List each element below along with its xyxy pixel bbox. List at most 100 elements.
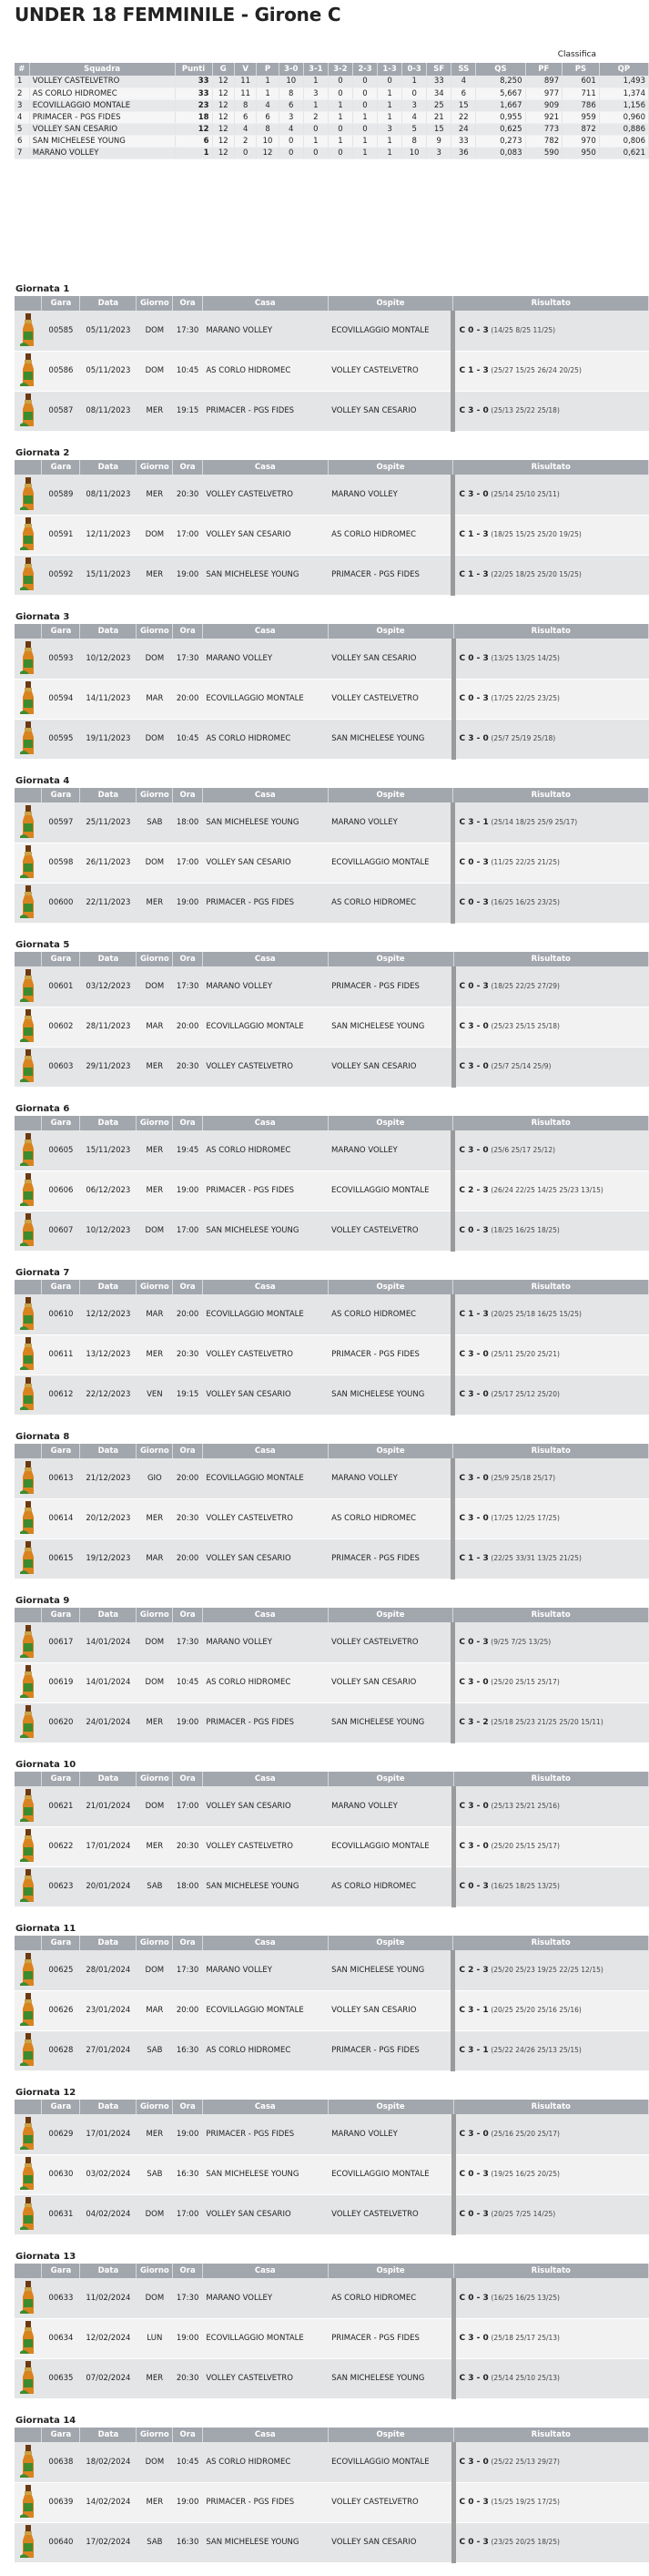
bottle-icon[interactable]	[18, 968, 42, 1004]
match-result[interactable]: C 3 - 0 (25/18 25/17 25/13)	[451, 2318, 649, 2359]
match-result[interactable]: C 0 - 3 (19/25 16/25 20/25)	[451, 2154, 649, 2195]
team-name[interactable]: VOLLEY CASTELVETRO	[29, 76, 176, 88]
bottle-icon[interactable]	[18, 1705, 42, 1740]
bottle-icon[interactable]	[18, 721, 42, 756]
team-name[interactable]: VOLLEY SAN CESARIO	[29, 123, 176, 136]
bottle-icon[interactable]	[18, 640, 42, 676]
match-result[interactable]: C 3 - 0 (25/16 25/20 25/17)	[451, 2114, 649, 2155]
match-result[interactable]: C 0 - 3 (18/25 22/25 27/29)	[451, 966, 649, 1007]
match-result[interactable]: C 0 - 3 (23/25 20/25 18/25)	[451, 2522, 649, 2563]
team-name[interactable]: AS CORLO HIDROMEC	[29, 87, 176, 100]
bottle-icon[interactable]	[18, 2033, 42, 2068]
bottle-icon[interactable]	[18, 1337, 42, 1372]
team-name[interactable]: PRIMACER - PGS FIDES	[29, 111, 176, 124]
result-score: C 3 - 0	[459, 1801, 489, 1811]
match-result[interactable]: C 0 - 3 (16/25 16/25 13/25)	[451, 2278, 649, 2319]
match-result[interactable]: C 0 - 3 (17/25 22/25 23/25)	[451, 679, 649, 720]
bottle-icon[interactable]	[18, 353, 42, 388]
match-result[interactable]: C 3 - 0 (25/14 25/10 25/13)	[451, 2358, 649, 2399]
team-name[interactable]: SAN MICHELESE YOUNG	[29, 135, 176, 148]
bottle-icon[interactable]	[18, 2525, 42, 2560]
bottle-icon[interactable]	[18, 1049, 42, 1084]
match-result[interactable]: C 1 - 3 (18/25 15/25 25/20 19/25)	[451, 515, 649, 556]
bottle-icon[interactable]	[18, 1541, 42, 1576]
match-result[interactable]: C 1 - 3 (20/25 25/18 16/25 15/25)	[451, 1294, 649, 1335]
match-result[interactable]: C 0 - 3 (15/25 19/25 17/25)	[451, 2482, 649, 2523]
match-date: 17/01/2024	[79, 2114, 137, 2155]
match-result[interactable]: C 0 - 3 (18/25 16/25 18/25)	[451, 1211, 649, 1252]
bottle-icon[interactable]	[18, 1132, 42, 1168]
bottle-icon[interactable]	[18, 1829, 42, 1864]
match-result[interactable]: C 1 - 3 (25/27 15/25 26/24 20/25)	[451, 351, 649, 392]
standings-cell: 2	[303, 111, 329, 124]
bottle-icon[interactable]	[18, 2280, 42, 2315]
bottle-icon[interactable]	[18, 804, 42, 840]
bottle-icon[interactable]	[18, 557, 42, 592]
bottle-icon[interactable]	[18, 1788, 42, 1824]
match-result[interactable]: C 0 - 3 (20/25 7/25 14/25)	[451, 2194, 649, 2235]
bottle-icon[interactable]	[18, 681, 42, 716]
home-team: PRIMACER - PGS FIDES	[202, 883, 329, 924]
bottle-icon[interactable]	[18, 2444, 42, 2479]
match-result[interactable]: C 1 - 3 (22/25 18/25 25/20 15/25)	[451, 555, 649, 596]
match-result[interactable]: C 3 - 0 (25/20 25/15 25/17)	[451, 1826, 649, 1867]
standings-cell: 786	[562, 99, 600, 112]
bottle-icon[interactable]	[18, 2116, 42, 2152]
match-result[interactable]: C 3 - 0 (25/17 25/12 25/20)	[451, 1375, 649, 1416]
bottle-icon[interactable]	[18, 2197, 42, 2232]
match-time: 16:30	[172, 2522, 203, 2563]
match-result[interactable]: C 1 - 3 (22/25 33/31 13/25 21/25)	[451, 1538, 649, 1579]
match-result[interactable]: C 3 - 2 (25/18 25/23 21/25 25/20 15/11)	[451, 1702, 649, 1743]
match-result[interactable]: C 0 - 3 (11/25 22/25 21/25)	[451, 843, 649, 884]
match-result[interactable]: C 0 - 3 (16/25 18/25 13/25)	[451, 1866, 649, 1907]
match-result[interactable]: C 3 - 0 (25/6 25/17 25/12)	[451, 1130, 649, 1171]
bottle-icon[interactable]	[18, 1173, 42, 1208]
match-result[interactable]: C 3 - 1 (25/22 24/26 25/13 25/15)	[451, 2030, 649, 2071]
bottle-icon[interactable]	[18, 2321, 42, 2356]
home-team: SAN MICHELESE YOUNG	[202, 1866, 329, 1907]
bottle-icon[interactable]	[18, 885, 42, 920]
team-name[interactable]: MARANO VOLLEY	[29, 147, 176, 159]
bottle-icon[interactable]	[18, 476, 42, 512]
bottle-icon[interactable]	[18, 2157, 42, 2192]
standings-cell: 1	[377, 111, 403, 124]
bottle-icon[interactable]	[18, 1665, 42, 1700]
match-result[interactable]: C 3 - 0 (25/22 25/13 29/27)	[451, 2442, 649, 2483]
bottle-icon[interactable]	[18, 1460, 42, 1496]
match-result[interactable]: C 3 - 0 (17/25 12/25 17/25)	[451, 1498, 649, 1539]
bottle-icon[interactable]	[18, 1501, 42, 1536]
match-result[interactable]: C 0 - 3 (13/25 13/25 14/25)	[451, 639, 649, 680]
match-result[interactable]: C 3 - 0 (25/23 25/15 25/18)	[451, 1007, 649, 1048]
bottle-icon[interactable]	[18, 517, 42, 552]
match-result[interactable]: C 0 - 3 (9/25 7/25 13/25)	[451, 1622, 649, 1663]
bottle-icon[interactable]	[18, 1296, 42, 1332]
match-result[interactable]: C 3 - 1 (25/14 18/25 25/9 25/17)	[451, 802, 649, 843]
match-result[interactable]: C 3 - 0 (25/20 25/15 25/17)	[451, 1662, 649, 1703]
match-result[interactable]: C 3 - 0 (25/9 25/18 25/17)	[451, 1458, 649, 1499]
bottle-icon[interactable]	[18, 1009, 42, 1044]
bottle-icon[interactable]	[18, 1624, 42, 1660]
team-name[interactable]: ECOVILLAGGIO MONTALE	[29, 99, 176, 112]
match-result[interactable]: C 3 - 0 (25/7 25/19 25/18)	[451, 719, 649, 760]
match-result[interactable]: C 2 - 3 (26/24 22/25 14/25 25/23 13/15)	[451, 1170, 649, 1211]
bottle-icon[interactable]	[18, 845, 42, 880]
bottle-icon[interactable]	[18, 1213, 42, 1248]
standings-table: # Squadra Punti G V P 3-0 3-1 3-2 2-3 1-3 0-3 SF SS QS…	[15, 63, 649, 159]
bottle-icon[interactable]	[18, 312, 42, 348]
match-result[interactable]: C 2 - 3 (25/20 25/23 19/25 22/25 12/15)	[451, 1950, 649, 1991]
match-result[interactable]: C 0 - 3 (14/25 8/25 11/25)	[451, 311, 649, 352]
match-result[interactable]: C 0 - 3 (16/25 16/25 23/25)	[451, 883, 649, 924]
match-result[interactable]: C 3 - 1 (20/25 25/20 25/16 25/16)	[451, 1990, 649, 2031]
bottle-icon[interactable]	[18, 1869, 42, 1904]
match-result[interactable]: C 3 - 0 (25/14 25/10 25/11)	[451, 475, 649, 516]
match-result[interactable]: C 3 - 0 (25/13 25/22 25/18)	[451, 391, 649, 432]
bottle-icon[interactable]	[18, 2485, 42, 2520]
match-result[interactable]: C 3 - 0 (25/7 25/14 25/9)	[451, 1047, 649, 1088]
match-result[interactable]: C 3 - 0 (25/11 25/20 25/21)	[451, 1334, 649, 1375]
bottle-icon[interactable]	[18, 1952, 42, 1988]
match-result[interactable]: C 3 - 0 (25/13 25/21 25/16)	[451, 1786, 649, 1827]
bottle-icon[interactable]	[18, 1993, 42, 2028]
bottle-icon[interactable]	[18, 2361, 42, 2396]
bottle-icon[interactable]	[18, 1377, 42, 1412]
bottle-icon[interactable]	[18, 394, 42, 428]
